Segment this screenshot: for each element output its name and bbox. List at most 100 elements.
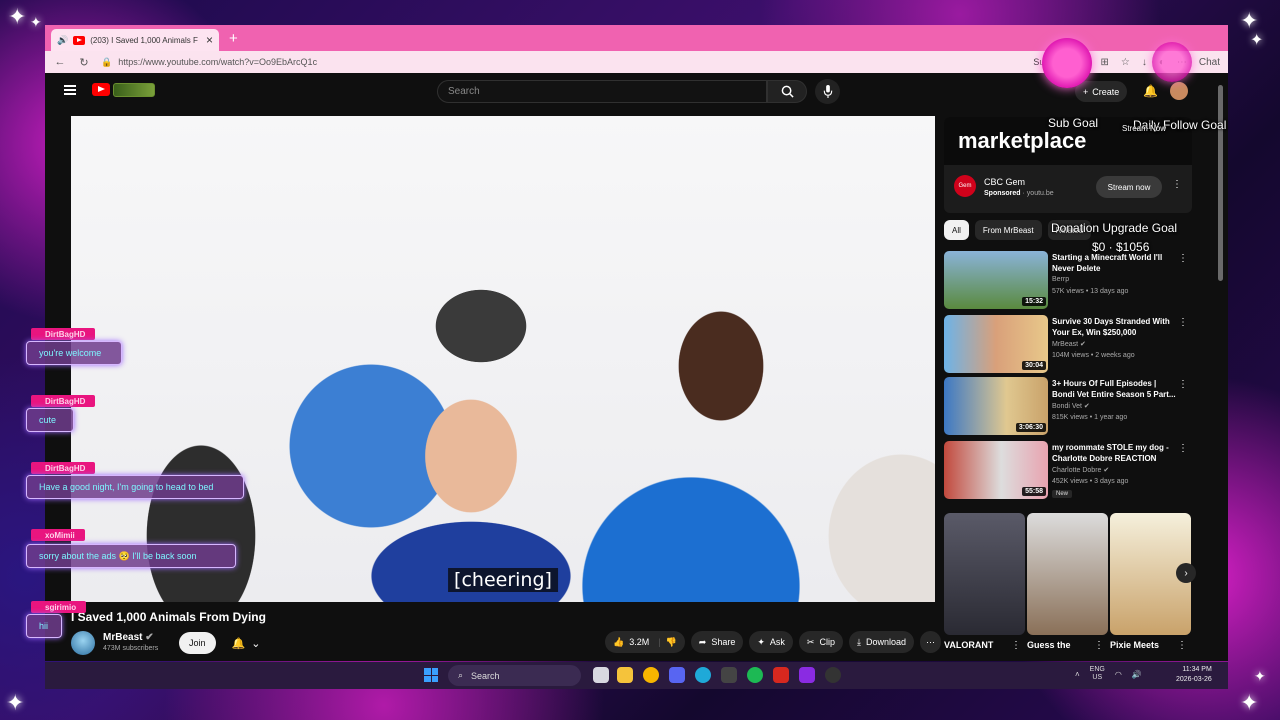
recommendation-title: 3+ Hours Of Full Episodes | Bondi Vet En…: [1052, 379, 1176, 399]
recommendation-meta: 452K views • 3 days ago: [1052, 478, 1129, 485]
edge-icon[interactable]: [695, 667, 711, 683]
more-vert-icon[interactable]: ⋮: [1094, 640, 1104, 651]
app-icon[interactable]: [799, 667, 815, 683]
new-tab-icon[interactable]: +: [229, 30, 238, 47]
ask-button[interactable]: ✦ Ask: [749, 631, 793, 653]
search-button[interactable]: [767, 80, 807, 103]
back-icon[interactable]: ←: [53, 56, 67, 68]
sparkle-ai-icon: ✦: [757, 636, 765, 647]
chat-button[interactable]: Chat: [1199, 57, 1220, 68]
calculator-icon[interactable]: [721, 667, 737, 683]
task-view-icon[interactable]: [593, 667, 609, 683]
share-icon: ➦: [698, 636, 707, 647]
sparkle-icon: ✦: [1240, 690, 1259, 715]
new-badge: New: [1052, 490, 1073, 498]
scrollbar[interactable]: [1218, 85, 1223, 281]
more-vert-icon[interactable]: ⋮: [1178, 443, 1188, 454]
search-input[interactable]: Search: [437, 80, 767, 103]
chat-username: sgirimio: [31, 601, 87, 613]
chat-message: you're welcome: [26, 341, 122, 365]
short-title: Guess the: [1027, 640, 1071, 650]
discord-icon[interactable]: [669, 667, 685, 683]
recommendation-meta: 57K views • 13 days ago: [1052, 288, 1129, 295]
channel-name[interactable]: MrBeast ✔: [103, 632, 154, 643]
url-text: https://www.youtube.com/watch?v=Oo9EbArc…: [118, 57, 318, 67]
video-player[interactable]: [cheering]: [71, 116, 935, 602]
menu-icon[interactable]: [64, 85, 76, 95]
voice-search-button[interactable]: [815, 79, 840, 104]
recommendation-channel: Berrp: [1052, 276, 1070, 283]
ad-logo: Gem: [954, 175, 976, 197]
split-view-icon[interactable]: ⊞: [1100, 57, 1108, 68]
windows-start-icon[interactable]: [424, 668, 438, 682]
chevron-right-icon[interactable]: ›: [1176, 563, 1196, 583]
close-tab-icon[interactable]: ×: [206, 33, 213, 47]
chip-from-channel[interactable]: From MrBeast: [974, 220, 1042, 240]
more-vert-icon[interactable]: ⋮: [1178, 379, 1188, 390]
channel-row: MrBeast ✔ 473M subscribers Join 🔔 ⌄ 👍 3.2…: [71, 629, 941, 655]
chip-all[interactable]: All: [944, 220, 969, 240]
emoji-app-icon[interactable]: [643, 667, 659, 683]
recommendation-item[interactable]: 30:04 Survive 30 Days Stranded With Your…: [944, 315, 1192, 373]
language-indicator[interactable]: ENG US: [1090, 666, 1105, 682]
recommendation-item[interactable]: 15:32 Starting a Minecraft World I'll Ne…: [944, 251, 1192, 309]
sparkle-icon: ✦: [8, 4, 27, 29]
recommendation-item[interactable]: 55:58 my roommate STOLE my dog - Charlot…: [944, 441, 1192, 499]
file-explorer-icon[interactable]: [617, 667, 633, 683]
donation-goal-amount: $0 · $1056: [1092, 240, 1150, 254]
short-thumbnail[interactable]: [1027, 513, 1108, 635]
obs-icon[interactable]: [825, 667, 841, 683]
reload-icon[interactable]: ↻: [77, 56, 91, 69]
thumbs-down-icon[interactable]: 👎: [666, 637, 677, 648]
volume-icon[interactable]: 🔊: [1132, 670, 1142, 679]
share-label: Share: [711, 637, 736, 647]
taskbar-search[interactable]: ⌕ Search: [448, 665, 581, 686]
address-bar[interactable]: 🔒 https://www.youtube.com/watch?v=Oo9EbA…: [101, 57, 1023, 68]
more-vert-icon[interactable]: ⋮: [1178, 317, 1188, 328]
download-icon[interactable]: ↓: [1142, 57, 1147, 68]
acrobat-icon[interactable]: [773, 667, 789, 683]
recommendation-title: my roommate STOLE my dog - Charlotte Dob…: [1052, 443, 1169, 463]
ask-label: Ask: [769, 637, 785, 647]
spotify-icon[interactable]: [747, 667, 763, 683]
search-icon: [781, 85, 794, 98]
create-button[interactable]: + Create: [1075, 81, 1128, 102]
chat-username: xoMimii: [31, 529, 85, 541]
taskbar-search-label: Search: [471, 670, 500, 681]
share-button[interactable]: ➦ Share: [690, 631, 744, 653]
subscription-bell-button[interactable]: 🔔 ⌄: [226, 632, 266, 654]
youtube-logo-icon[interactable]: [92, 83, 110, 96]
clip-button[interactable]: ✂ Clip: [798, 631, 843, 653]
youtube-favicon-icon: [73, 35, 86, 45]
notifications-icon[interactable]: 🔔: [1143, 84, 1158, 98]
favorite-star-icon[interactable]: ☆: [1121, 57, 1130, 68]
more-actions-button[interactable]: ⋯: [920, 631, 941, 653]
like-button[interactable]: 👍 3.2M | 👎: [604, 631, 685, 653]
recommendation-title: Survive 30 Days Stranded With Your Ex, W…: [1052, 317, 1170, 337]
duration-badge: 30:04: [1022, 361, 1046, 370]
system-tray: ˄ ENG US ◠ 🔊: [1075, 666, 1142, 682]
wifi-icon[interactable]: ◠: [1115, 670, 1122, 679]
channel-avatar[interactable]: [71, 631, 95, 655]
download-button[interactable]: ⤓ Download: [848, 631, 914, 653]
bell-icon: 🔔: [231, 637, 246, 650]
microphone-icon: [823, 85, 832, 98]
chat-message: cute: [26, 408, 74, 432]
stream-now-button[interactable]: Stream now: [1096, 176, 1162, 198]
like-count: 3.2M: [629, 637, 650, 647]
short-thumbnail[interactable]: [944, 513, 1025, 635]
recommendation-item[interactable]: 3:06:30 3+ Hours Of Full Episodes | Bond…: [944, 377, 1192, 435]
video-actions: 👍 3.2M | 👎 ➦ Share ✦ Ask ✂ Clip ⤓ Download ⋯: [604, 631, 941, 653]
clock[interactable]: 11:34 PM 2026-03-26: [1176, 665, 1212, 685]
more-vert-icon[interactable]: ⋮: [1177, 640, 1187, 651]
speaker-icon[interactable]: 🔊: [57, 35, 68, 46]
youtube-doodle-logo[interactable]: [113, 83, 155, 97]
browser-tab[interactable]: 🔊 (203) I Saved 1,000 Animals F ×: [51, 29, 219, 51]
join-button[interactable]: Join: [179, 632, 216, 654]
chevron-up-icon[interactable]: ˄: [1075, 670, 1080, 679]
duration-badge: 55:58: [1022, 487, 1046, 496]
more-vert-icon[interactable]: ⋮: [1178, 253, 1188, 264]
account-avatar[interactable]: [1170, 82, 1188, 100]
more-vert-icon[interactable]: ⋮: [1172, 179, 1182, 190]
more-vert-icon[interactable]: ⋮: [1011, 640, 1021, 651]
